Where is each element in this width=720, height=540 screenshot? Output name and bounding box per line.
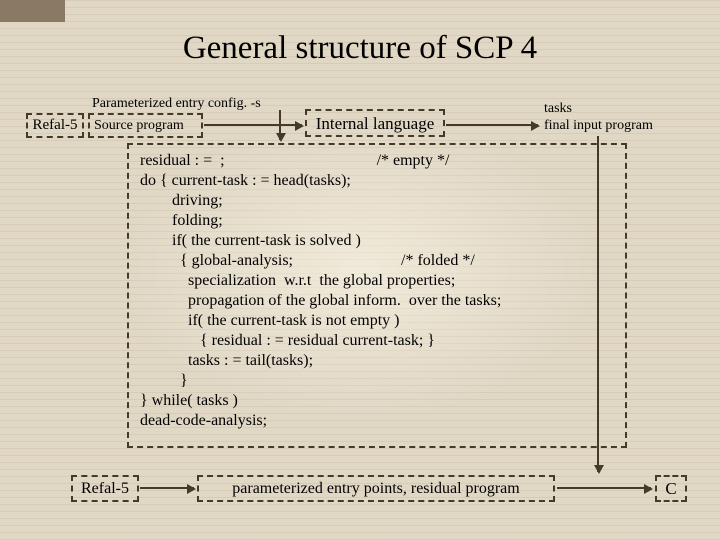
arrow-tasks-down <box>597 136 599 472</box>
arrow-source-to-internal <box>204 124 302 126</box>
refal-output-box: Refal-5 <box>71 475 139 502</box>
algorithm-pseudocode: residual : = ; /* empty */ do { current-… <box>140 151 620 431</box>
page-title: General structure of SCP 4 <box>0 30 720 67</box>
c-output-box: C <box>655 475 687 502</box>
decorative-top-stripe <box>0 0 65 22</box>
arrow-internal-to-tasks <box>446 124 538 126</box>
refal-input-box: Refal-5 <box>26 113 84 138</box>
arrow-residual-to-c <box>557 487 651 489</box>
internal-language-box: Internal language <box>305 109 445 137</box>
residual-program-box: parameterized entry points, residual pro… <box>197 475 555 502</box>
final-input-program-label: final input program <box>544 117 653 134</box>
param-config-label: Parameterized entry config. -s <box>92 96 261 112</box>
source-program-box: Source program <box>88 113 203 138</box>
arrow-refal-to-residual <box>140 487 194 489</box>
tasks-label: tasks <box>544 100 653 117</box>
tasks-column: tasks final input program <box>544 100 653 134</box>
